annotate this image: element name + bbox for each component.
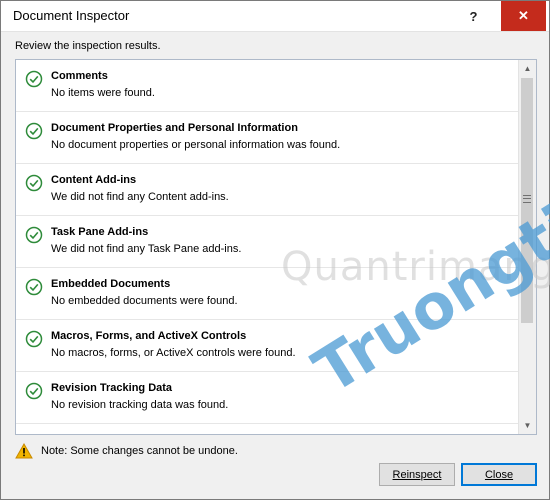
instruction-text: Review the inspection results.: [15, 40, 161, 52]
check-circle-icon: [25, 70, 43, 88]
close-window-button[interactable]: ✕: [501, 1, 546, 31]
result-title: Embedded Documents: [51, 278, 171, 290]
check-circle-icon: [25, 382, 43, 400]
result-description: We did not find any Content add-ins.: [51, 191, 229, 203]
scroll-up-arrow-icon[interactable]: ▲: [519, 60, 536, 77]
document-inspector-dialog: Document Inspector ? ✕ Review the inspec…: [0, 0, 550, 500]
window-title: Document Inspector: [13, 8, 130, 23]
result-item: Document Properties and Personal Informa…: [16, 112, 519, 164]
result-description: No macros, forms, or ActiveX controls we…: [51, 347, 296, 359]
result-item: Content Add-ins We did not find any Conte…: [16, 164, 519, 216]
note-text: Note: Some changes cannot be undone.: [41, 445, 238, 457]
result-title: Content Add-ins: [51, 174, 137, 186]
check-circle-icon: [25, 330, 43, 348]
reinspect-button[interactable]: Reinspect: [379, 463, 455, 486]
title-bar: Document Inspector ? ✕: [1, 1, 549, 32]
result-description: No revision tracking data was found.: [51, 399, 229, 411]
scroll-down-arrow-icon[interactable]: ▼: [519, 417, 536, 434]
help-button[interactable]: ?: [451, 1, 496, 31]
check-circle-icon: [25, 226, 43, 244]
result-title: Task Pane Add-ins: [51, 226, 149, 238]
result-title: Comments: [51, 70, 108, 82]
result-item: Comments No items were found.: [16, 60, 519, 112]
warning-icon: [15, 443, 33, 459]
result-title: Document Properties and Personal Informa…: [51, 122, 298, 134]
result-item: Revision Tracking Data No revision tracki…: [16, 372, 519, 424]
close-button[interactable]: Close: [461, 463, 537, 486]
close-label: Close: [484, 468, 514, 481]
check-circle-icon: [25, 122, 43, 140]
check-circle-icon: [25, 174, 43, 192]
result-description: We did not find any Task Pane add-ins.: [51, 243, 242, 255]
result-description: No items were found.: [51, 87, 155, 99]
reinspect-label: Reinspect: [392, 468, 442, 481]
check-circle-icon: [25, 278, 43, 296]
result-description: No embedded documents were found.: [51, 295, 238, 307]
result-title: Revision Tracking Data: [51, 382, 173, 394]
result-title: Macros, Forms, and ActiveX Controls: [51, 330, 247, 342]
result-description: No document properties or personal infor…: [51, 139, 341, 151]
